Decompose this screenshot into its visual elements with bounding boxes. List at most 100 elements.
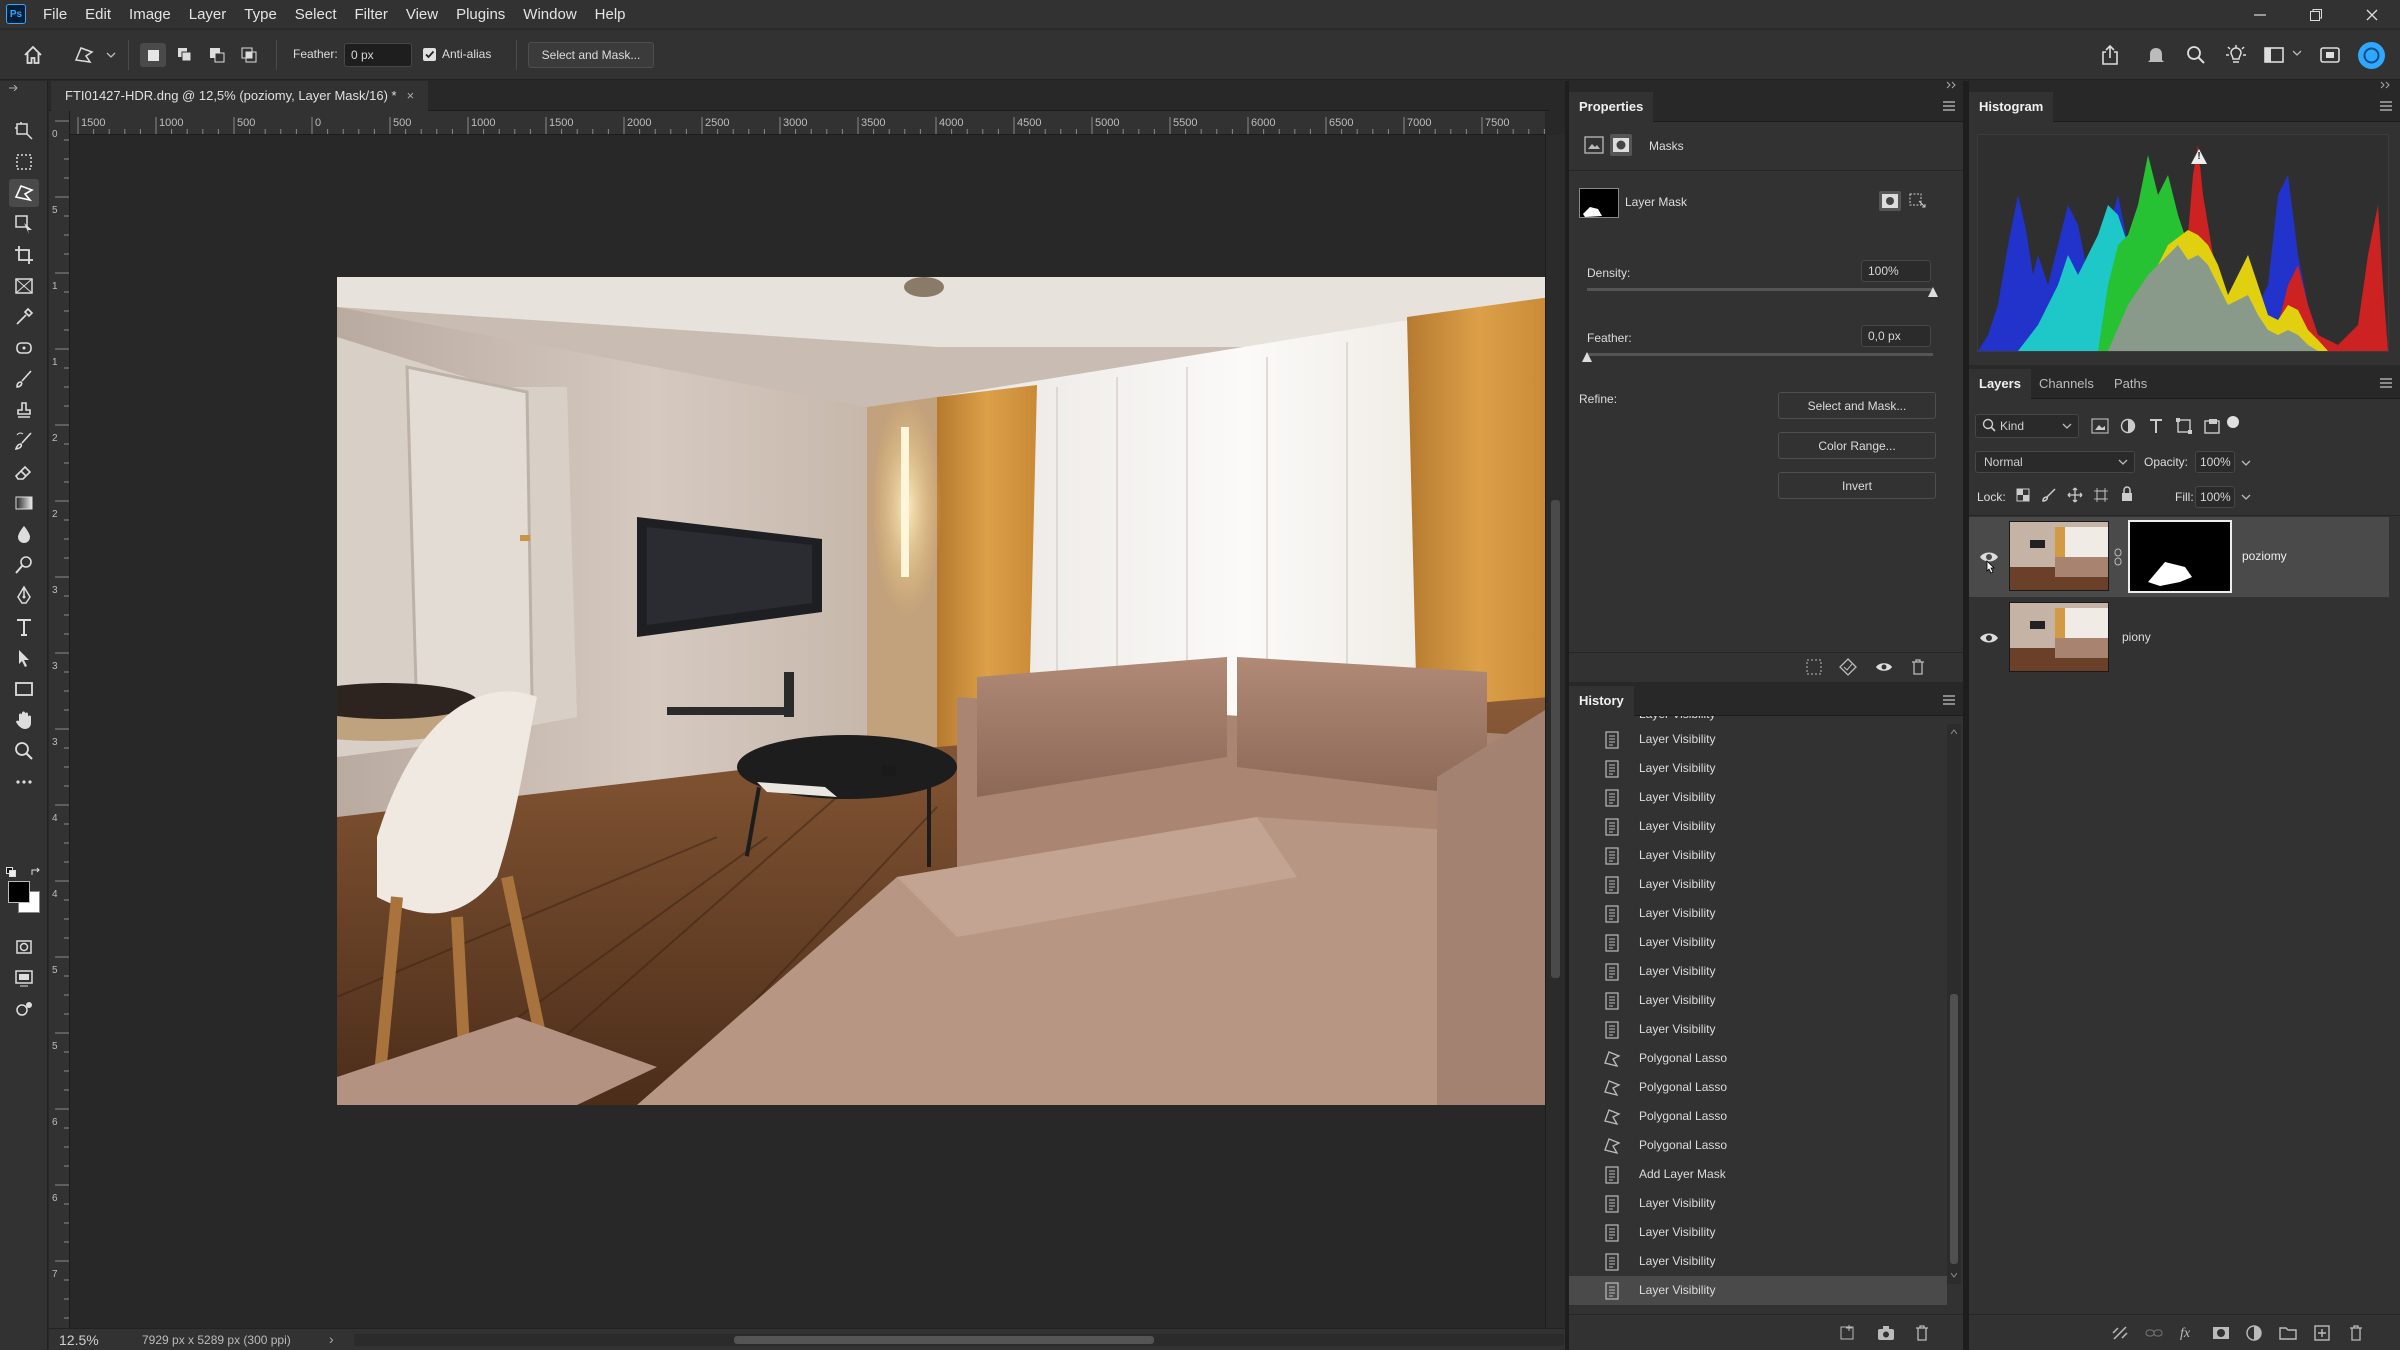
history-item[interactable]: Layer Visibility [1569, 1015, 1947, 1044]
mask-type-icon[interactable] [1610, 134, 1632, 156]
collapse-dock-icon[interactable] [1946, 81, 1958, 89]
object-selection-tool[interactable] [9, 210, 39, 238]
history-item[interactable]: Polygonal Lasso [1569, 1102, 1947, 1131]
link-layers-icon[interactable] [2111, 1324, 2129, 1342]
zoom-level[interactable]: 12.5% [59, 1332, 99, 1348]
feather-slider-thumb[interactable] [1582, 352, 1592, 362]
delete-layer-icon[interactable] [2347, 1324, 2365, 1342]
clone-stamp-tool[interactable] [9, 396, 39, 424]
scroll-down-icon[interactable] [1951, 1272, 1957, 1278]
history-item[interactable]: Layer Visibility [1569, 1276, 1947, 1305]
swap-colors-icon[interactable] [30, 867, 42, 877]
opacity-input[interactable]: 100% [2195, 451, 2235, 473]
history-item[interactable]: Layer Visibility [1569, 986, 1947, 1015]
menu-help[interactable]: Help [586, 0, 635, 29]
tab-layers[interactable]: Layers [1969, 369, 2031, 399]
feather-input[interactable]: 0 px [344, 43, 412, 67]
user-avatar[interactable] [2358, 42, 2385, 69]
apply-mask-icon[interactable] [1839, 658, 1857, 676]
share-icon[interactable] [2098, 43, 2122, 67]
opacity-chevron-down-icon[interactable] [2241, 459, 2251, 467]
layers-menu-icon[interactable] [2380, 378, 2392, 388]
more-tools-icon[interactable] [9, 768, 39, 796]
cache-warning-icon[interactable]: ! [2191, 148, 2207, 164]
filter-pixel-icon[interactable] [2091, 418, 2109, 434]
notifications-bell-icon[interactable] [2144, 43, 2168, 67]
menu-type[interactable]: Type [235, 0, 286, 29]
lock-transparent-pixels-icon[interactable] [2015, 487, 2031, 503]
layer-row-piony[interactable]: piony [1969, 598, 2389, 678]
collapse-right-dock-icon[interactable] [2380, 81, 2392, 89]
history-item[interactable]: Polygonal Lasso [1569, 1131, 1947, 1160]
foreground-color-swatch[interactable] [8, 881, 30, 903]
history-brush-tool[interactable] [9, 427, 39, 455]
menu-window[interactable]: Window [514, 0, 585, 29]
layer-visibility-eye-icon[interactable] [1979, 629, 1999, 647]
history-item[interactable]: Layer Visibility [1569, 754, 1947, 783]
add-vector-mask-icon[interactable] [1907, 191, 1927, 211]
lock-artboard-icon[interactable] [2093, 487, 2109, 503]
link-chain-icon[interactable] [2145, 1324, 2163, 1342]
menu-filter[interactable]: Filter [346, 0, 397, 29]
adjustment-layer-icon[interactable] [2245, 1324, 2263, 1342]
document-tab[interactable]: FTI01427-HDR.dng @ 12,5% (poziomy, Layer… [51, 81, 429, 111]
filter-shape-icon[interactable] [2175, 417, 2193, 435]
layer-row-poziomy[interactable]: poziomy [1969, 517, 2389, 597]
layer-mask-thumbnail[interactable] [2128, 520, 2232, 593]
properties-menu-icon[interactable] [1943, 101, 1955, 111]
layer-thumbnail[interactable] [2009, 602, 2109, 672]
new-document-from-state-icon[interactable] [1839, 1324, 1857, 1342]
history-item[interactable]: Layer Visibility [1569, 870, 1947, 899]
density-input[interactable]: 100% [1861, 260, 1931, 282]
brush-tool[interactable] [9, 365, 39, 393]
filter-adjustment-icon[interactable] [2119, 417, 2137, 435]
close-document-icon[interactable]: × [407, 81, 415, 111]
move-artboard-tool[interactable] [9, 117, 39, 145]
scroll-up-icon[interactable] [1951, 729, 1957, 735]
color-range-button[interactable]: Color Range... [1778, 432, 1936, 459]
filter-toggle-icon[interactable] [2227, 416, 2239, 428]
fill-chevron-down-icon[interactable] [2241, 493, 2251, 501]
history-scrollbar[interactable] [1947, 724, 1961, 1284]
subtract-from-selection-icon[interactable] [204, 43, 230, 67]
history-item[interactable]: Layer Visibility [1569, 1247, 1947, 1276]
collapse-toolbar-icon[interactable] [8, 85, 18, 91]
tab-paths[interactable]: Paths [2104, 369, 2157, 399]
discover-lightbulb-icon[interactable] [2224, 43, 2248, 67]
polygonal-lasso-tool[interactable] [9, 179, 39, 207]
type-tool[interactable] [9, 613, 39, 641]
menu-file[interactable]: File [34, 0, 76, 29]
add-layer-mask-icon[interactable] [2212, 1324, 2230, 1342]
history-item[interactable]: Layer Visibility [1569, 841, 1947, 870]
layer-name[interactable]: poziomy [2242, 549, 2287, 563]
history-item[interactable]: Layer Visibility [1569, 928, 1947, 957]
tool-preset-lasso-icon[interactable] [74, 45, 96, 65]
menu-image[interactable]: Image [120, 0, 180, 29]
pixel-mask-icon[interactable] [1584, 136, 1604, 154]
hand-tool[interactable] [9, 706, 39, 734]
marquee-tool[interactable] [9, 148, 39, 176]
add-to-selection-icon[interactable] [172, 43, 198, 67]
default-colors-icon[interactable] [6, 867, 16, 877]
delete-state-icon[interactable] [1913, 1324, 1931, 1342]
load-selection-icon[interactable] [1805, 658, 1823, 676]
density-slider-track[interactable] [1587, 288, 1933, 291]
density-slider-thumb[interactable] [1928, 287, 1938, 297]
menu-layer[interactable]: Layer [180, 0, 236, 29]
canvas-area[interactable] [70, 135, 1545, 1328]
new-selection-icon[interactable] [140, 43, 166, 67]
history-item[interactable]: Layer Visibility [1569, 812, 1947, 841]
lock-position-icon[interactable] [2067, 487, 2083, 503]
filter-type-icon[interactable] [2147, 417, 2165, 435]
spot-healing-tool[interactable] [9, 334, 39, 362]
pen-tool[interactable] [9, 582, 39, 610]
filter-kind-dropdown[interactable]: Kind [1975, 414, 2079, 438]
tool-preset-chevron-down-icon[interactable] [106, 51, 116, 59]
lock-image-pixels-icon[interactable] [2041, 487, 2057, 503]
eyedropper-tool[interactable] [9, 303, 39, 331]
select-and-mask-button[interactable]: Select and Mask... [1778, 392, 1936, 419]
eraser-tool[interactable] [9, 458, 39, 486]
blend-mode-dropdown[interactable]: Normal [1975, 451, 2135, 473]
fill-input[interactable]: 100% [2195, 486, 2235, 508]
select-mask-icon[interactable] [1879, 191, 1901, 211]
